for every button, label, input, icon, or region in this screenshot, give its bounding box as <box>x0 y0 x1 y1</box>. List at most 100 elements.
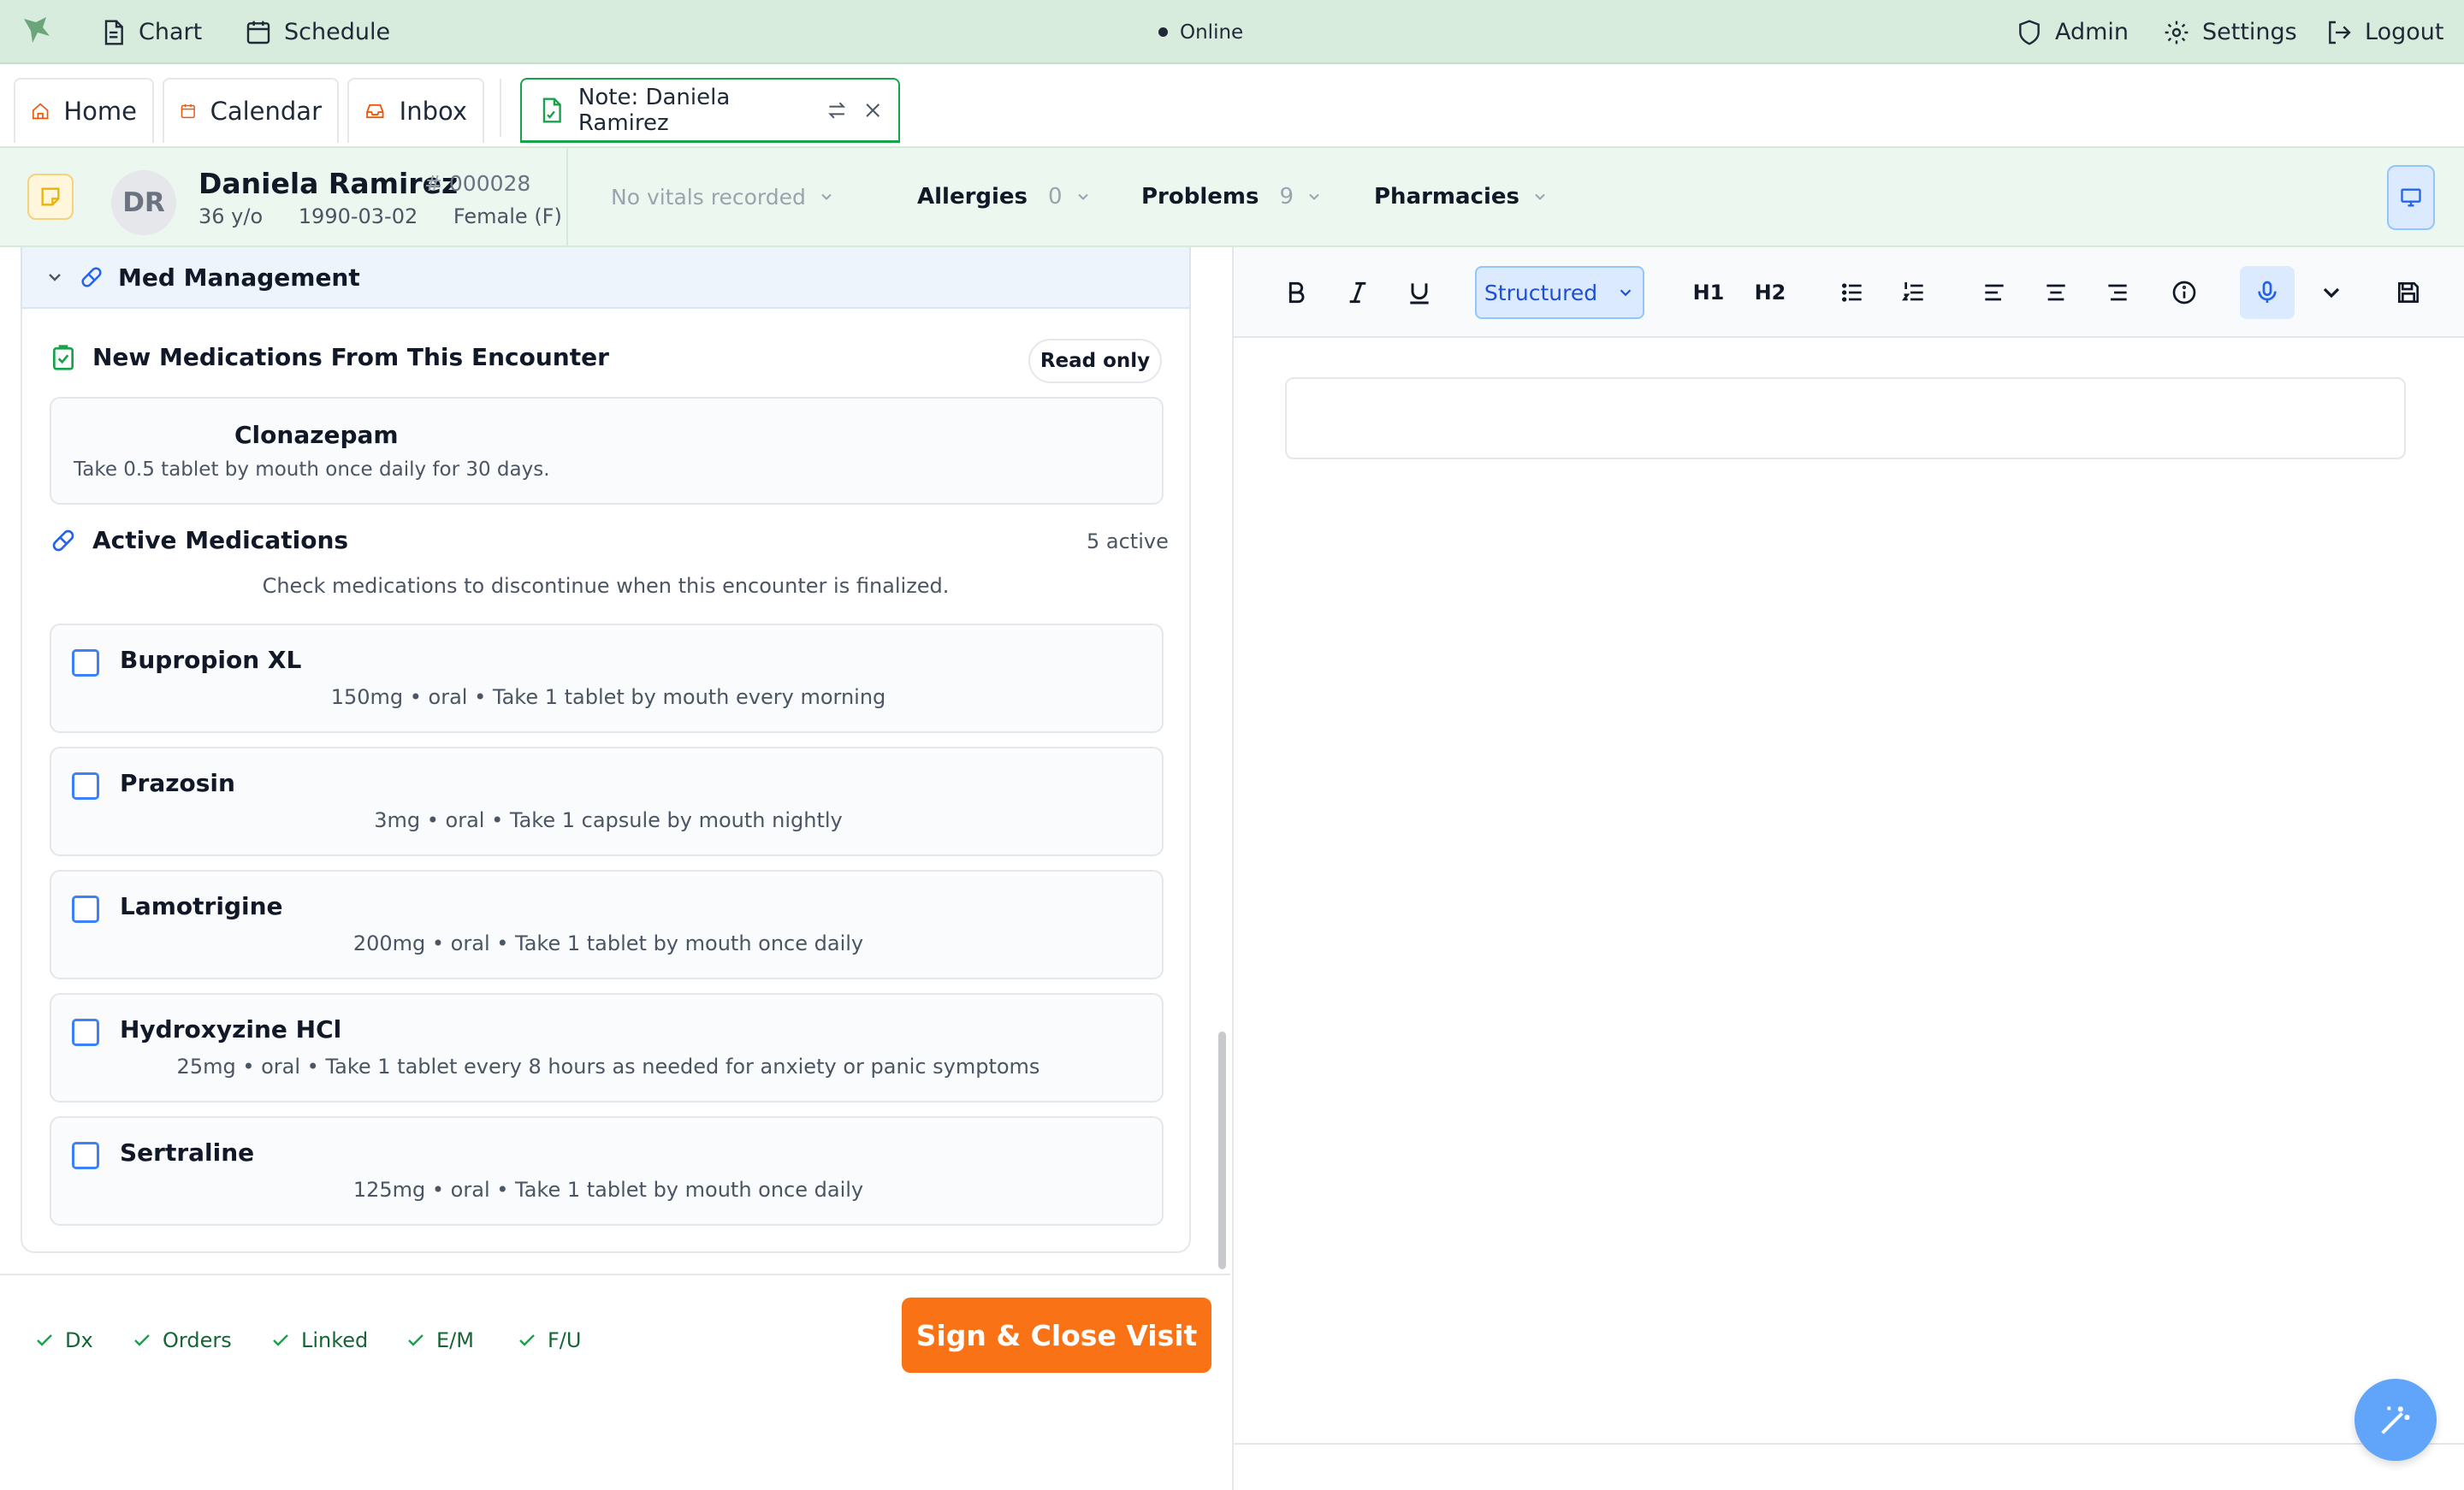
nav-settings[interactable]: Settings <box>2163 0 2297 64</box>
heading1-button[interactable]: H1 <box>1684 266 1733 319</box>
tab-note-label: Note: Daniela Ramirez <box>578 84 731 136</box>
save-button[interactable] <box>2384 266 2433 319</box>
dictation-options-button[interactable] <box>2307 266 2356 319</box>
check-linked[interactable]: Linked <box>270 1328 368 1352</box>
status-dot <box>1158 27 1168 37</box>
nav-admin[interactable]: Admin <box>2016 0 2129 64</box>
calendar-icon <box>181 103 195 119</box>
patient-id: # 000028 <box>424 171 530 196</box>
patient-demographics: 36 y/o 1990-03-02 Female (F) <box>198 204 591 228</box>
pharmacies-dropdown[interactable]: Pharmacies <box>1374 148 1549 245</box>
chevron-down-icon <box>2323 287 2340 299</box>
visit-checklist-footer: Dx Orders Linked E/M F/U Sign & Close Vi… <box>0 1274 1230 1490</box>
align-right-button[interactable] <box>2093 266 2142 319</box>
tab-home[interactable]: Home <box>14 78 154 143</box>
list-item: Sertraline 125mg • oral • Take 1 tablet … <box>50 1116 1164 1226</box>
display-mode-button[interactable] <box>2387 165 2435 230</box>
med-management-header[interactable]: Med Management <box>21 247 1191 309</box>
nav-schedule-label: Schedule <box>284 19 391 45</box>
ai-assist-button[interactable] <box>2354 1379 2437 1461</box>
pill-icon <box>52 529 74 551</box>
underline-icon <box>1410 283 1429 305</box>
patient-dob: 1990-03-02 <box>298 204 418 228</box>
active-medications-heading: Active Medications <box>50 526 348 554</box>
check-linked-label: Linked <box>301 1328 369 1352</box>
tab-calendar-label: Calendar <box>210 97 322 126</box>
new-medication-name: Clonazepam <box>234 421 399 449</box>
info-button[interactable] <box>2159 266 2209 319</box>
chevron-down-icon <box>1077 193 1088 200</box>
vitals-dropdown[interactable]: No vitals recorded <box>611 148 835 245</box>
patient-header: DR Daniela Ramirez # 000028 36 y/o 1990-… <box>0 146 2464 247</box>
allergies-label: Allergies <box>917 184 1028 210</box>
bold-button[interactable] <box>1271 266 1321 319</box>
note-editor-input[interactable] <box>1285 377 2406 459</box>
nav-chart[interactable]: Chart <box>99 0 202 64</box>
tab-inbox-label: Inbox <box>399 97 467 126</box>
tab-home-label: Home <box>63 97 137 126</box>
connection-status: Online <box>1158 0 1243 64</box>
med-management-pane: Med Management New Medications From This… <box>0 247 1230 1274</box>
info-icon <box>2172 281 2196 305</box>
numbered-list-button[interactable] <box>1889 266 1939 319</box>
align-left-button[interactable] <box>1969 266 2019 319</box>
scrollbar-thumb[interactable] <box>1218 1032 1226 1269</box>
nav-logout[interactable]: Logout <box>2325 0 2443 64</box>
medication-name: Bupropion XL <box>120 646 302 674</box>
tab-inbox[interactable]: Inbox <box>347 78 484 143</box>
nav-schedule[interactable]: Schedule <box>245 0 390 64</box>
dictation-button[interactable] <box>2240 266 2295 319</box>
save-icon <box>2398 282 2419 303</box>
nav-settings-label: Settings <box>2202 19 2297 45</box>
home-icon <box>32 103 49 120</box>
check-orders[interactable]: Orders <box>132 1328 232 1352</box>
discontinue-checkbox[interactable] <box>72 896 99 923</box>
patient-sex: Female (F) <box>453 204 562 228</box>
pharmacies-label: Pharmacies <box>1374 184 1520 210</box>
align-center-button[interactable] <box>2031 266 2081 319</box>
check-dx[interactable]: Dx <box>34 1328 93 1352</box>
gear-icon <box>2165 21 2189 44</box>
sticky-note-button[interactable] <box>27 174 74 220</box>
bullet-list-icon <box>1842 283 1862 302</box>
tab-note-daniela-ramirez[interactable]: Note: Daniela Ramirez <box>520 78 900 143</box>
discontinue-checkbox[interactable] <box>72 649 99 677</box>
app-logo-icon[interactable] <box>21 14 55 48</box>
active-medications-title: Active Medications <box>92 526 349 554</box>
close-icon[interactable] <box>862 99 883 121</box>
note-editor-pane: Structured H1 H2 <box>1232 247 2464 1490</box>
discontinue-checkbox[interactable] <box>72 1142 99 1169</box>
heading2-button[interactable]: H2 <box>1745 266 1795 319</box>
chevron-down-icon <box>49 274 61 281</box>
sign-close-visit-button[interactable]: Sign & Close Visit <box>902 1298 1211 1373</box>
underline-button[interactable] <box>1395 266 1444 319</box>
swap-icon[interactable] <box>826 98 848 122</box>
active-medications-count: 5 active <box>1087 529 1169 553</box>
medication-details: 150mg • oral • Take 1 tablet by mouth ev… <box>330 685 886 709</box>
checkmark-icon <box>134 1334 150 1346</box>
pill-icon <box>81 267 102 287</box>
italic-button[interactable] <box>1333 266 1383 319</box>
medication-name: Hydroxyzine HCl <box>120 1015 342 1044</box>
tab-calendar[interactable]: Calendar <box>163 78 339 143</box>
list-item: Lamotrigine 200mg • oral • Take 1 tablet… <box>50 870 1164 979</box>
discontinue-checkbox[interactable] <box>72 1019 99 1046</box>
numbered-list-icon <box>1902 282 1923 301</box>
check-em[interactable]: E/M <box>406 1328 474 1352</box>
allergies-dropdown[interactable]: Allergies 0 <box>917 148 1092 245</box>
note-mode-select[interactable]: Structured <box>1475 266 1644 319</box>
problems-dropdown[interactable]: Problems 9 <box>1141 148 1323 245</box>
medication-name: Sertraline <box>120 1138 255 1167</box>
microphone-icon <box>2258 281 2277 303</box>
nav-chart-label: Chart <box>139 19 203 45</box>
status-label: Online <box>1180 21 1244 44</box>
bullet-list-button[interactable] <box>1827 266 1877 319</box>
note-icon <box>41 187 60 206</box>
note-mode-value: Structured <box>1484 280 1598 305</box>
discontinue-checkbox[interactable] <box>72 772 99 800</box>
discontinue-hint: Check medications to discontinue when th… <box>262 574 950 598</box>
check-fu-label: F/U <box>548 1328 582 1352</box>
check-fu[interactable]: F/U <box>517 1328 581 1352</box>
align-left-icon <box>1985 284 2004 301</box>
medication-details: 125mg • oral • Take 1 tablet by mouth on… <box>352 1178 864 1202</box>
